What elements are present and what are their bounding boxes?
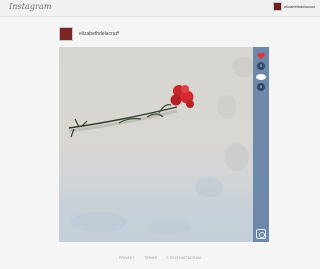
camera-icon[interactable] xyxy=(256,229,266,239)
profile-username[interactable]: elizabethdelacruz xyxy=(284,4,315,9)
comment-count-badge: 0 xyxy=(257,83,265,91)
carnation-photo-illustration xyxy=(68,57,253,235)
post-author-avatar[interactable] xyxy=(59,27,73,41)
copyright-text: © 2013 INSTAGRAM xyxy=(166,256,202,260)
post-header: elizabethdelacruz ▾ xyxy=(59,26,269,42)
post-action-rail: 0 0 xyxy=(253,47,269,242)
post-author-username[interactable]: elizabethdelacruz xyxy=(79,31,118,37)
heart-icon[interactable] xyxy=(257,52,265,60)
footer: PRIVACY TERMS © 2013 INSTAGRAM xyxy=(0,256,320,264)
top-navigation-bar: Instagram elizabethdelacruz xyxy=(0,0,320,17)
privacy-link[interactable]: PRIVACY xyxy=(119,256,135,260)
instagram-logo[interactable]: Instagram xyxy=(9,2,52,11)
post-photo[interactable] xyxy=(59,47,253,242)
comment-bubble-icon[interactable] xyxy=(256,74,266,80)
terms-link[interactable]: TERMS xyxy=(144,256,157,260)
chevron-down-icon[interactable]: ▾ xyxy=(117,30,120,36)
profile-avatar[interactable] xyxy=(273,2,282,11)
like-count-badge: 0 xyxy=(257,62,265,70)
